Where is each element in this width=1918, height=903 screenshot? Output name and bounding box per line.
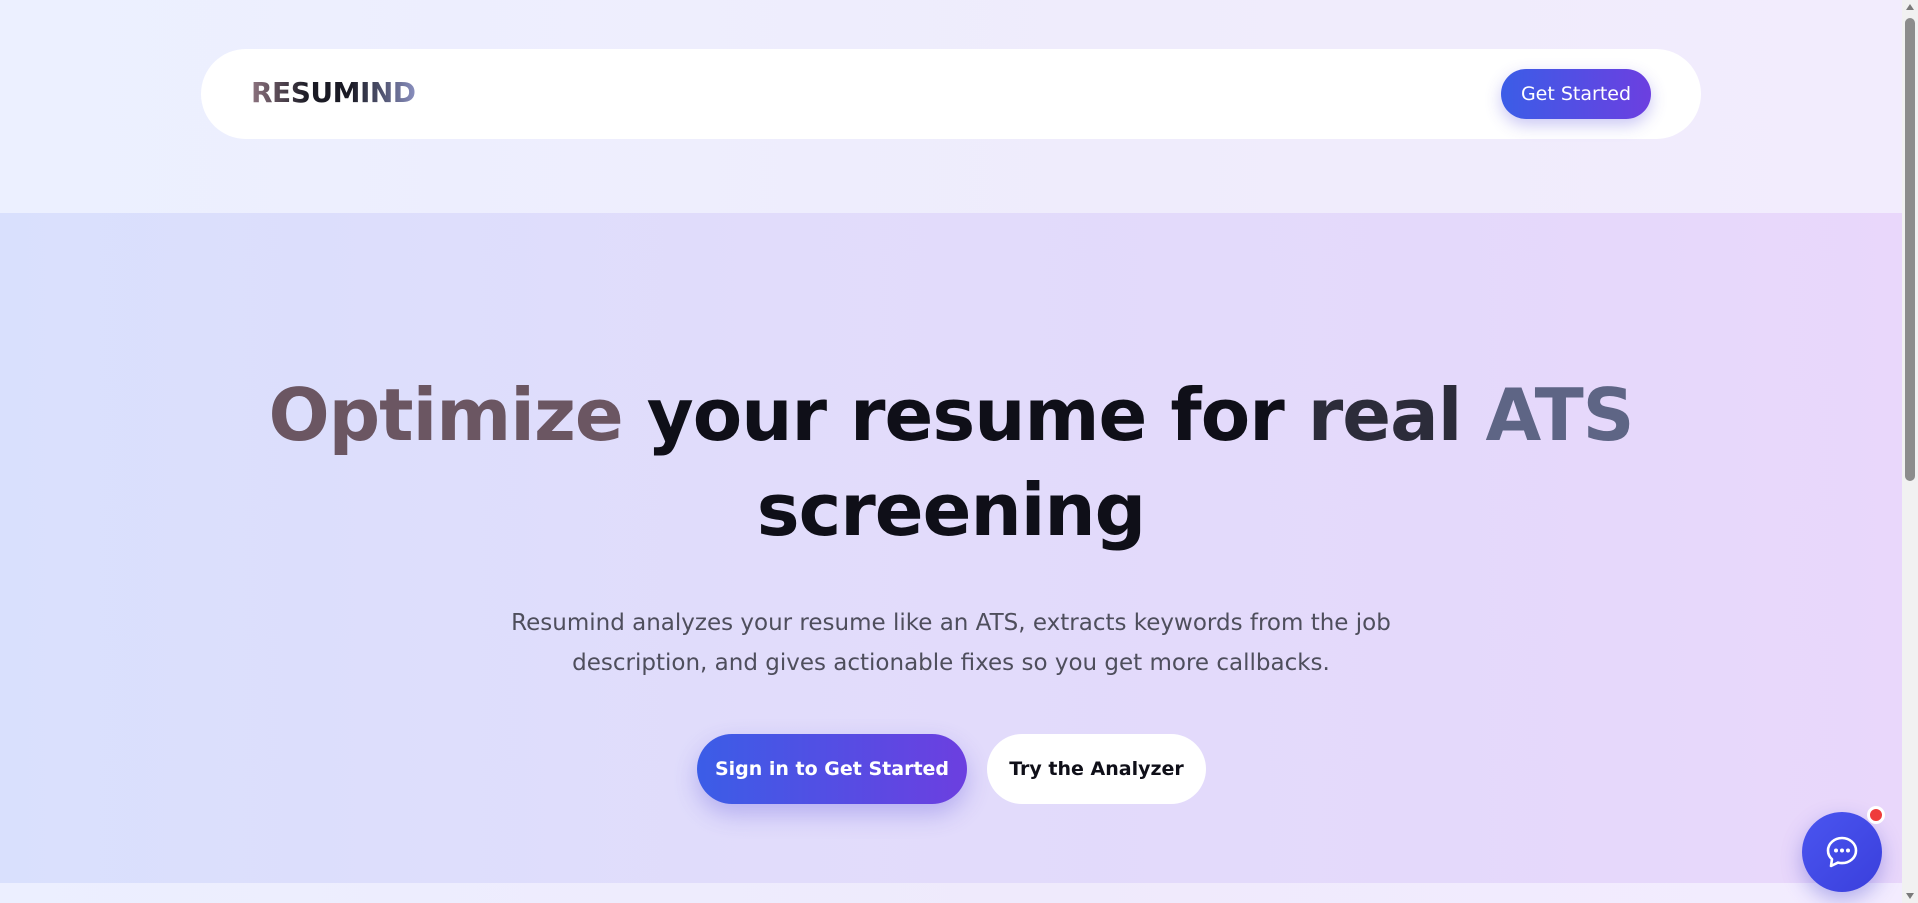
navbar: RESUMIND Get Started	[201, 49, 1701, 139]
headline-segment-ats: ATS	[1485, 373, 1634, 457]
notification-badge	[1867, 806, 1885, 824]
hero-headline: Optimize your resume for real ATS screeni…	[251, 368, 1651, 558]
headline-segment-optimize: Optimize	[268, 373, 647, 457]
scroll-down-arrow-icon[interactable]	[1906, 893, 1914, 899]
scrollbar-thumb[interactable]	[1905, 18, 1915, 481]
scrollbar[interactable]	[1902, 0, 1918, 903]
hero-section: Optimize your resume for real ATS screeni…	[0, 213, 1902, 883]
headline-segment-middle: your resume for	[646, 373, 1308, 457]
top-area: RESUMIND Get Started	[0, 0, 1902, 213]
logo[interactable]: RESUMIND	[251, 76, 416, 110]
get-started-button[interactable]: Get Started	[1501, 69, 1651, 119]
hero-subtext: Resumind analyzes your resume like an AT…	[511, 610, 1391, 676]
try-analyzer-button[interactable]: Try the Analyzer	[987, 734, 1206, 804]
headline-segment-screening: screening	[756, 468, 1146, 552]
chat-bubble-icon	[1826, 836, 1858, 868]
scroll-up-arrow-icon[interactable]	[1906, 4, 1914, 10]
sign-in-button[interactable]: Sign in to Get Started	[697, 734, 967, 804]
headline-segment-real: real	[1307, 373, 1486, 457]
chat-widget-button[interactable]	[1802, 812, 1882, 892]
